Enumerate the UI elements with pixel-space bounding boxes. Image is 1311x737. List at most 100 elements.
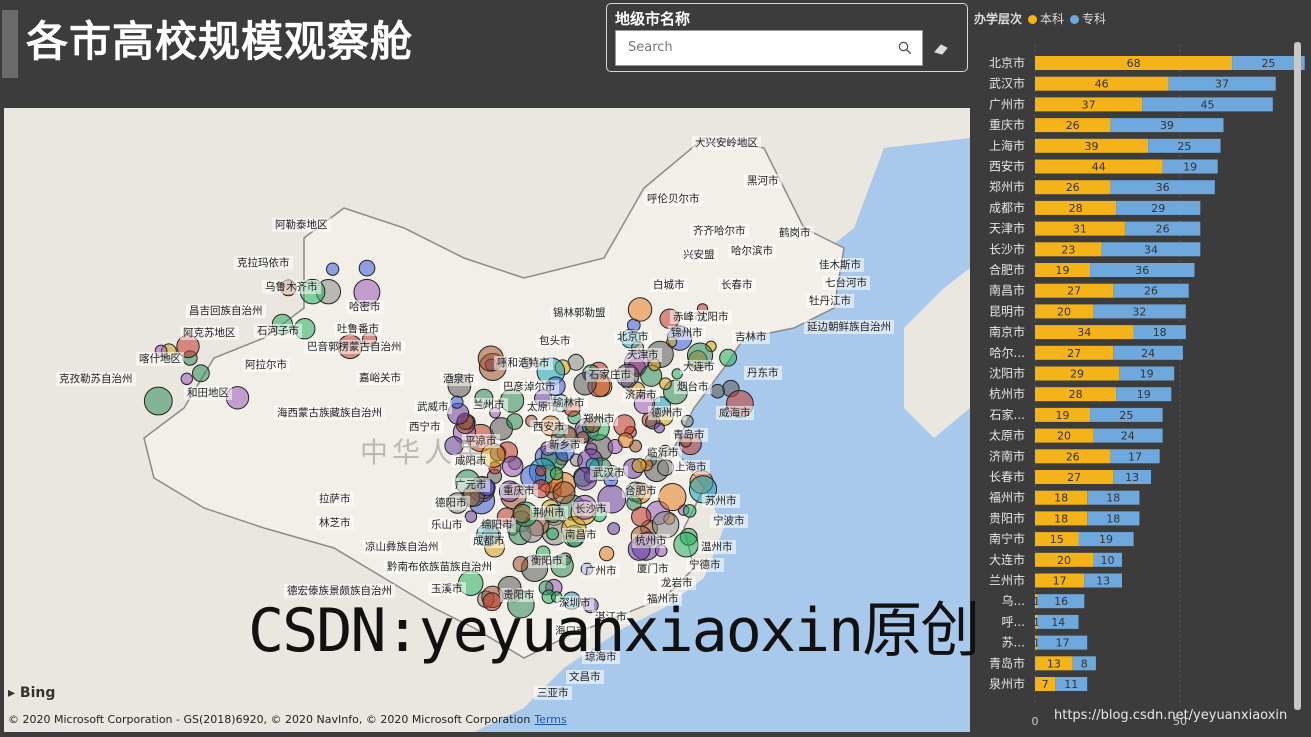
category-label: 太原市 [989, 428, 1025, 443]
category-label: 南宁市 [989, 531, 1025, 546]
map-city-label: 克孜勒苏自治州 [56, 372, 136, 386]
watermark: CSDN:yeyuanxiaoxin原创 [248, 596, 980, 666]
category-label: 北京市 [989, 55, 1025, 70]
map-city-label: 烟台市 [674, 380, 712, 394]
category-label: 长春市 [989, 469, 1025, 484]
city-slicer: 地级市名称 [606, 3, 968, 72]
map-city-label: 宁德市 [686, 558, 724, 572]
bing-text: Bing [19, 685, 56, 701]
bar-chart-svg: 北京市 68 25武汉市 46 37广州市 37 45重庆市 26 39上海市 39 25西安市 44… [989, 45, 1305, 728]
map-city-label: 乌鲁木齐市 [262, 280, 321, 294]
map-city-label: 锦州市 [668, 326, 706, 340]
bar-value-label: 27 [1067, 471, 1081, 484]
map-city-label: 吉林市 [732, 330, 770, 344]
map-city-label: 绵阳市 [478, 518, 516, 532]
category-label: 西安市 [989, 159, 1025, 174]
category-label: 南昌市 [989, 283, 1025, 298]
category-label: 苏... [1002, 636, 1025, 650]
bar-value-label: 18 [1054, 492, 1068, 505]
map-city-label: 长沙市 [572, 502, 610, 516]
bar-value-label: 15 [1050, 533, 1064, 546]
bar-value-label: 13 [1047, 657, 1061, 670]
map-city-label: 文昌市 [566, 670, 604, 684]
map-city-label: 合肥市 [622, 484, 660, 498]
map-city-label: 石家庄市 [586, 368, 634, 382]
map-city-label: 鹤岗市 [776, 226, 814, 240]
bar-value-label: 32 [1132, 305, 1146, 318]
category-label: 长沙市 [989, 241, 1025, 256]
map-city-label: 郑州市 [580, 412, 618, 426]
eraser-icon[interactable] [933, 40, 949, 59]
category-label: 青岛市 [989, 655, 1025, 670]
map-city-label: 哈密市 [346, 300, 384, 314]
bar-value-label: 19 [1056, 264, 1070, 277]
map-city-label: 大连市 [680, 360, 718, 374]
map-city-label: 衡阳市 [528, 554, 566, 568]
category-label: 沈阳市 [989, 366, 1025, 381]
map-city-label: 喀什地区 [136, 352, 184, 366]
bar-value-label: 20 [1057, 554, 1071, 567]
category-label: 济南市 [989, 448, 1025, 463]
bar-value-label: 20 [1057, 430, 1071, 443]
bar-value-label: 36 [1135, 264, 1149, 277]
map-city-label: 锡林郭勒盟 [550, 306, 609, 320]
category-label: 武汉市 [989, 76, 1025, 91]
bar-value-label: 26 [1066, 181, 1080, 194]
map-city-label: 新乡市 [546, 438, 584, 452]
map-city-label: 丹东市 [744, 366, 782, 380]
bar-value-label: 18 [1153, 326, 1167, 339]
category-label: 福州市 [989, 490, 1025, 505]
x-tick-label: 0 [1032, 715, 1039, 728]
bar-value-label: 26 [1066, 450, 1080, 463]
map-city-label: 包头市 [536, 334, 574, 348]
bing-icon: ▸ [8, 685, 16, 701]
bar-value-label: 19 [1183, 161, 1197, 174]
scrollbar-thumb[interactable] [1294, 42, 1301, 710]
bar-value-label: 46 [1095, 78, 1109, 91]
map-city-label: 七台河市 [822, 276, 870, 290]
map-city-label: 广州市 [582, 564, 620, 578]
bar-value-label: 27 [1067, 285, 1081, 298]
category-label: 南京市 [989, 324, 1025, 339]
map-city-label: 济南市 [622, 388, 660, 402]
search-input[interactable] [626, 39, 880, 56]
map-city-label: 荆州市 [530, 506, 568, 520]
bar-value-label: 29 [1151, 202, 1165, 215]
bar-value-label: 44 [1092, 161, 1106, 174]
map-city-label: 三亚市 [534, 686, 572, 700]
bar-value-label: 25 [1261, 57, 1275, 70]
map-city-label: 呼伦贝尔市 [644, 192, 703, 206]
category-label: 上海市 [989, 138, 1025, 153]
bar-value-label: 8 [1081, 657, 1088, 670]
country-label: 中华人民 [360, 436, 489, 469]
page-title: 各市高校规模观察舱 [26, 17, 414, 66]
category-label: 石家... [990, 407, 1025, 422]
map-city-label: 石河子市 [254, 324, 302, 338]
bar-value-label: 17 [1056, 637, 1070, 650]
map-city-label: 杭州市 [632, 534, 670, 548]
bar-value-label: 27 [1067, 347, 1081, 360]
map-city-label: 白城市 [650, 278, 688, 292]
footer-url: https://blog.csdn.net/yeyuanxiaoxin [1054, 708, 1288, 723]
bar-value-label: 29 [1070, 368, 1084, 381]
bar-value-label: 28 [1069, 202, 1083, 215]
map-city-label: 延边朝鲜族自治州 [804, 320, 894, 334]
terms-link[interactable]: Terms [534, 713, 566, 726]
bar-value-label: 17 [1053, 575, 1067, 588]
search-icon[interactable] [898, 40, 912, 59]
map-city-label: 林芝市 [316, 516, 354, 530]
map-city-label: 武威市 [414, 400, 452, 414]
map-city-label: 宁波市 [710, 514, 748, 528]
stacked-bar-chart[interactable]: 办学层次 本科 专科 北京市 68 25 武汉市 46 37 广州市 37 45 重庆市 26 39 上海市… [974, 0, 1311, 737]
map-city-label: 克拉玛依市 [234, 256, 293, 270]
bar-value-label: 37 [1215, 78, 1229, 91]
search-box[interactable] [615, 30, 923, 66]
bar-value-label: 24 [1121, 430, 1135, 443]
map-city-label: 黑河市 [744, 174, 782, 188]
category-label: 广州市 [989, 96, 1025, 111]
bar-value-label: 7 [1042, 678, 1049, 691]
bing-logo: ▸ Bing [8, 685, 55, 701]
bar-value-label: 19 [1140, 368, 1154, 381]
category-label: 兰州市 [989, 573, 1025, 588]
map-city-label: 嘉峪关市 [356, 371, 404, 385]
